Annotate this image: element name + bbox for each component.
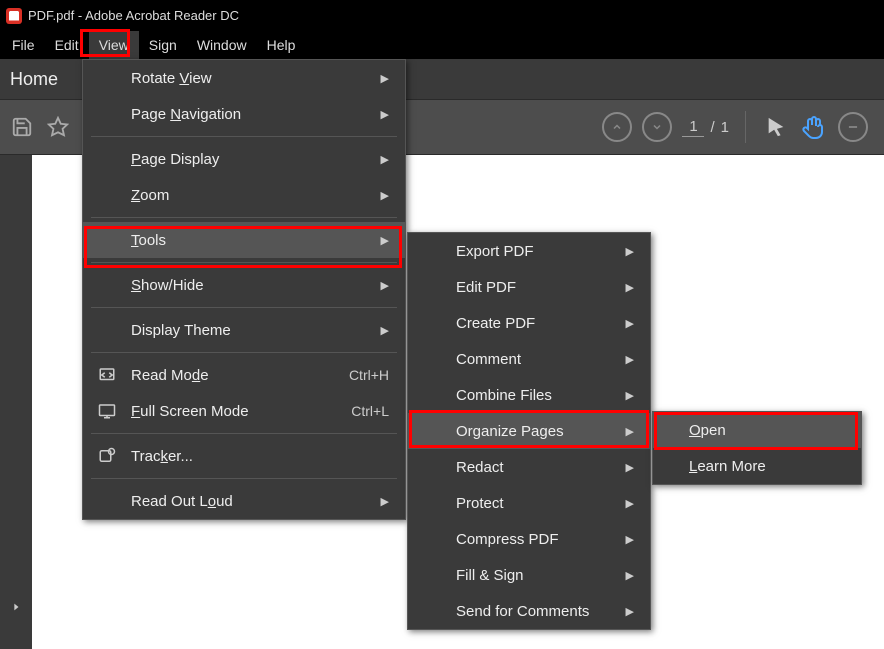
chevron-right-icon: ▶ <box>606 605 634 618</box>
chevron-right-icon: ▶ <box>361 189 389 202</box>
menu-separator <box>91 262 397 263</box>
chevron-right-icon: ▶ <box>606 245 634 258</box>
organize-pages-submenu: Open Learn More <box>652 411 862 485</box>
view-dropdown-menu: Rotate View ▶ Page Navigation ▶ Page Dis… <box>82 59 406 520</box>
page-current-input[interactable]: 1 <box>682 118 704 137</box>
chevron-right-icon: ▶ <box>606 569 634 582</box>
menu-view[interactable]: View <box>89 31 139 59</box>
chevron-right-icon: ▶ <box>361 153 389 166</box>
star-icon[interactable] <box>44 113 72 141</box>
menu-show-hide[interactable]: Show/Hide ▶ <box>83 267 405 303</box>
menu-file[interactable]: File <box>2 31 45 59</box>
submenu-combine-files[interactable]: Combine Files ▶ <box>408 377 650 413</box>
chevron-right-icon: ▶ <box>361 234 389 247</box>
chevron-right-icon: ▶ <box>361 108 389 121</box>
acrobat-icon <box>6 8 22 24</box>
submenu-fill-sign[interactable]: Fill & Sign ▶ <box>408 557 650 593</box>
zoom-out-button[interactable] <box>838 112 868 142</box>
chevron-right-icon: ▶ <box>606 353 634 366</box>
menu-separator <box>91 433 397 434</box>
shortcut-label: Ctrl+H <box>329 367 389 383</box>
menu-window[interactable]: Window <box>187 31 257 59</box>
title-bar: PDF.pdf - Adobe Acrobat Reader DC <box>0 0 884 31</box>
submenu-redact[interactable]: Redact ▶ <box>408 449 650 485</box>
submenu-open[interactable]: Open <box>653 412 861 448</box>
menu-tools[interactable]: Tools ▶ <box>83 222 405 258</box>
page-up-button[interactable] <box>602 112 632 142</box>
menu-page-display[interactable]: Page Display ▶ <box>83 141 405 177</box>
menu-page-navigation[interactable]: Page Navigation ▶ <box>83 96 405 132</box>
submenu-create-pdf[interactable]: Create PDF ▶ <box>408 305 650 341</box>
separator <box>745 111 746 143</box>
menu-bar: File Edit View Sign Window Help <box>0 31 884 59</box>
menu-separator <box>91 478 397 479</box>
menu-display-theme[interactable]: Display Theme ▶ <box>83 312 405 348</box>
full-screen-icon <box>97 401 117 421</box>
submenu-protect[interactable]: Protect ▶ <box>408 485 650 521</box>
menu-rotate-view[interactable]: Rotate View ▶ <box>83 60 405 96</box>
page-down-button[interactable] <box>642 112 672 142</box>
page-total: 1 <box>721 119 729 136</box>
chevron-right-icon: ▶ <box>606 389 634 402</box>
menu-zoom[interactable]: Zoom ▶ <box>83 177 405 213</box>
chevron-right-icon: ▶ <box>361 495 389 508</box>
select-tool-icon[interactable] <box>762 113 790 141</box>
menu-read-mode[interactable]: Read Mode Ctrl+H <box>83 357 405 393</box>
page-indicator: 1 / 1 <box>682 118 729 137</box>
side-panel-strip <box>0 155 32 649</box>
window-title: PDF.pdf - Adobe Acrobat Reader DC <box>28 8 239 23</box>
submenu-comment[interactable]: Comment ▶ <box>408 341 650 377</box>
chevron-right-icon: ▶ <box>361 72 389 85</box>
shortcut-label: Ctrl+L <box>331 403 389 419</box>
menu-full-screen[interactable]: Full Screen Mode Ctrl+L <box>83 393 405 429</box>
menu-separator <box>91 352 397 353</box>
chevron-right-icon: ▶ <box>606 281 634 294</box>
submenu-send-comments[interactable]: Send for Comments ▶ <box>408 593 650 629</box>
hand-tool-icon[interactable] <box>800 113 828 141</box>
menu-edit[interactable]: Edit <box>45 31 89 59</box>
menu-help[interactable]: Help <box>257 31 306 59</box>
chevron-right-icon: ▶ <box>606 425 634 438</box>
menu-separator <box>91 136 397 137</box>
read-mode-icon <box>97 365 117 385</box>
menu-sign[interactable]: Sign <box>139 31 187 59</box>
chevron-right-icon: ▶ <box>606 317 634 330</box>
tracker-icon <box>97 446 117 466</box>
tools-submenu: Export PDF ▶ Edit PDF ▶ Create PDF ▶ Com… <box>407 232 651 630</box>
menu-tracker[interactable]: Tracker... <box>83 438 405 474</box>
menu-read-out-loud[interactable]: Read Out Loud ▶ <box>83 483 405 519</box>
menu-separator <box>91 217 397 218</box>
chevron-right-icon: ▶ <box>361 324 389 337</box>
save-icon[interactable] <box>8 113 36 141</box>
submenu-edit-pdf[interactable]: Edit PDF ▶ <box>408 269 650 305</box>
tab-home[interactable]: Home <box>10 69 58 90</box>
chevron-right-icon: ▶ <box>606 497 634 510</box>
chevron-right-icon: ▶ <box>361 279 389 292</box>
submenu-organize-pages[interactable]: Organize Pages ▶ <box>408 413 650 449</box>
submenu-compress-pdf[interactable]: Compress PDF ▶ <box>408 521 650 557</box>
submenu-learn-more[interactable]: Learn More <box>653 448 861 484</box>
menu-separator <box>91 307 397 308</box>
submenu-export-pdf[interactable]: Export PDF ▶ <box>408 233 650 269</box>
chevron-right-icon: ▶ <box>606 533 634 546</box>
expand-side-panel-icon[interactable] <box>11 600 21 619</box>
chevron-right-icon: ▶ <box>606 461 634 474</box>
